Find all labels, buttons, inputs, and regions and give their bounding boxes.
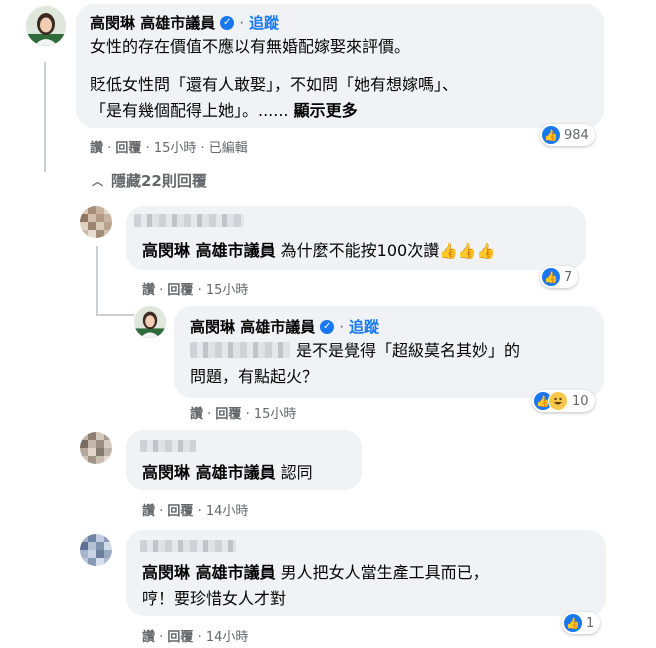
reply1-sub-text-line1: 是不是覺得「超級莫名其妙」的 [296,341,521,360]
follow-button[interactable]: 追蹤 [349,316,379,337]
reply-action[interactable]: 回覆 [167,630,193,645]
reaction-summary-main[interactable]: 👍 984 [540,124,595,146]
redacted-author-name [134,214,244,227]
thread-line-main [44,62,46,172]
mention[interactable]: 高閔琳 高雄市議員 [142,463,276,482]
reply-action[interactable]: 回覆 [115,141,141,156]
reply1-sub-text-line2: 問題，有點起火？ [190,367,319,386]
reaction-count: 7 [564,269,573,285]
verified-badge-icon: ✓ [320,319,335,334]
comment-text-line3-content: 「是有幾個配得上她」。...... [90,101,289,120]
comment-actions-reply1-sub: 讚 · 回覆 · 15小時 [190,407,297,422]
edited-label: 已編輯 [208,141,248,156]
author-name[interactable]: 高閔琳 高雄市議員 [90,12,215,33]
like-action[interactable]: 讚 [142,504,155,519]
like-action[interactable]: 讚 [90,141,103,156]
like-icon: 👍 [542,126,560,144]
reply2-text-content: 認同 [280,463,313,482]
thumbs-up-emoji: 👍👍👍 [439,242,496,260]
reaction-summary-reply1-sub[interactable]: 👍 10 [532,390,595,412]
avatar[interactable] [80,206,112,238]
separator-dot: · [339,317,345,336]
thread-line-reply1-sub [96,314,134,316]
timestamp[interactable]: 15小時 [154,141,197,156]
avatar[interactable] [80,534,112,566]
reaction-summary-reply3[interactable]: 👍 1 [562,612,601,634]
comment-author-row: 高閔琳 高雄市議員 ✓ · 追蹤 [90,12,279,33]
timestamp[interactable]: 15小時 [254,407,297,422]
reply2-text: 高閔琳 高雄市議員 認同 [142,460,313,486]
follow-button[interactable]: 追蹤 [249,12,279,33]
reply-action[interactable]: 回覆 [167,504,193,519]
redacted-author-name [140,540,236,552]
separator-dot: · [239,13,245,32]
see-more-link[interactable]: 顯示更多 [294,101,358,120]
reply1-text: 高閔琳 高雄市議員 為什麼不能按100次讚👍👍👍 [142,238,495,264]
comment-text-line1: 女性的存在價值不應以有無婚配嫁娶來評價。 [90,37,411,56]
reaction-summary-reply1[interactable]: 👍 7 [540,266,579,288]
comment-text-line2-content: 貶低女性問「還有人敢娶」，不如問「她有想嫁嗎」、 [90,75,459,94]
redacted-mention [190,342,290,358]
redacted-author-name [140,440,196,452]
thread-line-reply1 [96,246,98,314]
comment-actions-main: 讚 · 回覆 · 15小時 · 已編輯 [90,141,248,156]
comment-author-row: 高閔琳 高雄市議員 ✓ · 追蹤 [190,316,379,337]
like-action[interactable]: 讚 [142,283,155,298]
reply3-text-line2: 哼！要珍惜女人才對 [142,589,287,608]
timestamp[interactable]: 15小時 [206,283,249,298]
comment-text-line2: 貶低女性問「還有人敢娶」，不如問「她有想嫁嗎」、 [90,72,458,98]
timestamp[interactable]: 14小時 [206,630,249,645]
reaction-count: 984 [564,127,589,143]
mention[interactable]: 高閔琳 高雄市議員 [142,563,276,582]
verified-badge-icon: ✓ [220,15,235,30]
like-icon: 👍 [542,268,560,286]
like-action[interactable]: 讚 [142,630,155,645]
comment-text-line3: 「是有幾個配得上她」。...... 顯示更多 [90,98,358,124]
comment-actions-reply3: 讚 · 回覆 · 14小時 [142,630,249,645]
haha-icon [548,391,568,411]
reply3-text-line1: 高閔琳 高雄市議員 男人把女人當生產工具而已， [142,560,489,586]
reaction-count: 1 [586,615,595,631]
mention[interactable]: 高閔琳 高雄市議員 [142,241,276,260]
hide-replies-button[interactable]: ︿ 隱藏22則回覆 [92,170,207,191]
avatar[interactable] [26,6,66,46]
reply-action[interactable]: 回覆 [215,407,241,422]
timestamp[interactable]: 14小時 [206,504,249,519]
comment-actions-reply1: 讚 · 回覆 · 15小時 [142,283,249,298]
avatar[interactable] [80,432,112,464]
reply-action[interactable]: 回覆 [167,283,193,298]
reply3-text-content: 男人把女人當生產工具而已， [280,563,489,582]
hide-replies-label: 隱藏22則回覆 [111,172,207,190]
reply1-text-content: 為什麼不能按100次讚 [280,241,440,260]
like-icon: 👍 [564,614,582,632]
avatar[interactable] [134,306,166,338]
reaction-count: 10 [572,393,589,409]
like-action[interactable]: 讚 [190,407,203,422]
chevron-up-icon: ︿ [92,174,103,188]
author-name[interactable]: 高閔琳 高雄市議員 [190,316,315,337]
comment-actions-reply2: 讚 · 回覆 · 14小時 [142,504,249,519]
